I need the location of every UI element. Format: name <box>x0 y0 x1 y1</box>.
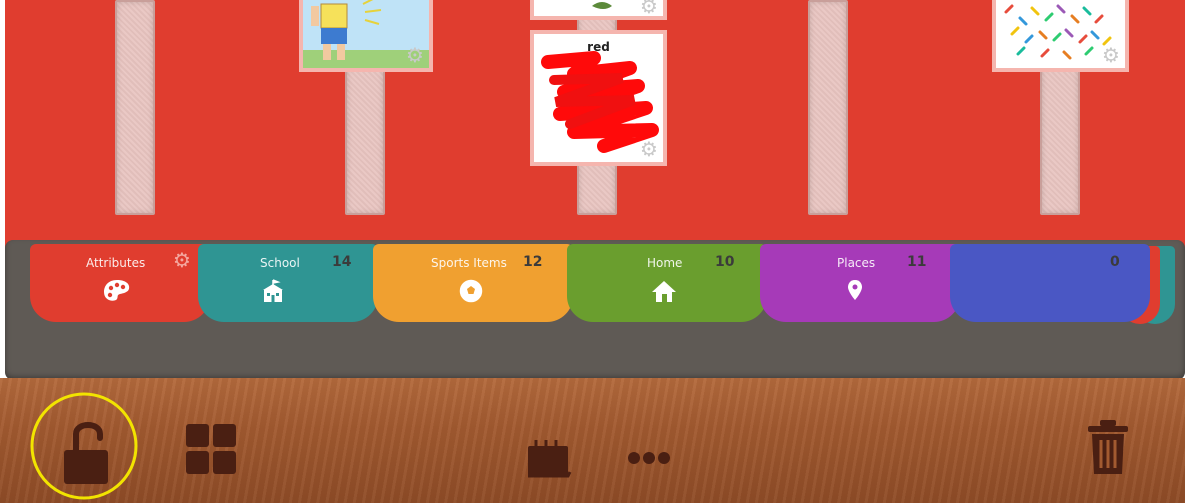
board: ⚙ ⚙ red ⚙ ⚙ <box>5 0 1185 250</box>
tab-home[interactable]: Home 10 <box>567 244 767 322</box>
tab-count: 10 <box>715 254 735 270</box>
soccer-ball-icon <box>458 278 484 304</box>
tab-places[interactable]: Places 11 <box>760 244 960 322</box>
palette-icon <box>104 280 130 301</box>
grid-icon[interactable] <box>184 422 238 476</box>
gear-icon[interactable]: ⚙ <box>405 45 425 65</box>
lock-button[interactable] <box>30 392 140 502</box>
partial-card[interactable]: ⚙ <box>530 0 667 20</box>
gear-icon[interactable]: ⚙ <box>170 248 194 272</box>
gear-icon[interactable]: ⚙ <box>639 139 659 159</box>
home-icon <box>652 281 676 302</box>
tab-count: 14 <box>332 254 352 270</box>
tab-label: School <box>260 256 300 270</box>
tab-label: Sports Items <box>431 256 507 270</box>
tab-count: 11 <box>907 254 927 270</box>
velcro-strip <box>115 0 155 215</box>
map-pin-icon <box>848 280 862 300</box>
trash-icon[interactable] <box>1086 418 1130 476</box>
more-icon[interactable] <box>626 450 672 466</box>
tab-sports-items[interactable]: Sports Items 12 <box>373 244 573 322</box>
tab-unnamed[interactable]: 0 <box>950 244 1150 322</box>
unlock-icon <box>64 422 108 484</box>
bottom-toolbar <box>0 378 1185 503</box>
tab-label: Home <box>647 256 683 270</box>
velcro-strip <box>808 0 848 215</box>
boy-card[interactable]: ⚙ <box>299 0 433 72</box>
red-card[interactable]: red ⚙ <box>530 30 667 166</box>
tab-count: 12 <box>523 254 543 270</box>
school-icon <box>263 279 283 302</box>
confetti-card[interactable]: ⚙ <box>992 0 1129 72</box>
calendar-icon[interactable] <box>526 438 572 478</box>
tab-count: 0 <box>1110 254 1120 270</box>
tab-label: Places <box>837 256 876 270</box>
tab-attributes[interactable]: Attributes ⚙ <box>30 244 210 322</box>
tab-label: Attributes <box>86 256 146 270</box>
gear-icon[interactable]: ⚙ <box>639 0 659 16</box>
gear-icon[interactable]: ⚙ <box>1101 45 1121 65</box>
tab-school[interactable]: School 14 <box>198 244 378 322</box>
